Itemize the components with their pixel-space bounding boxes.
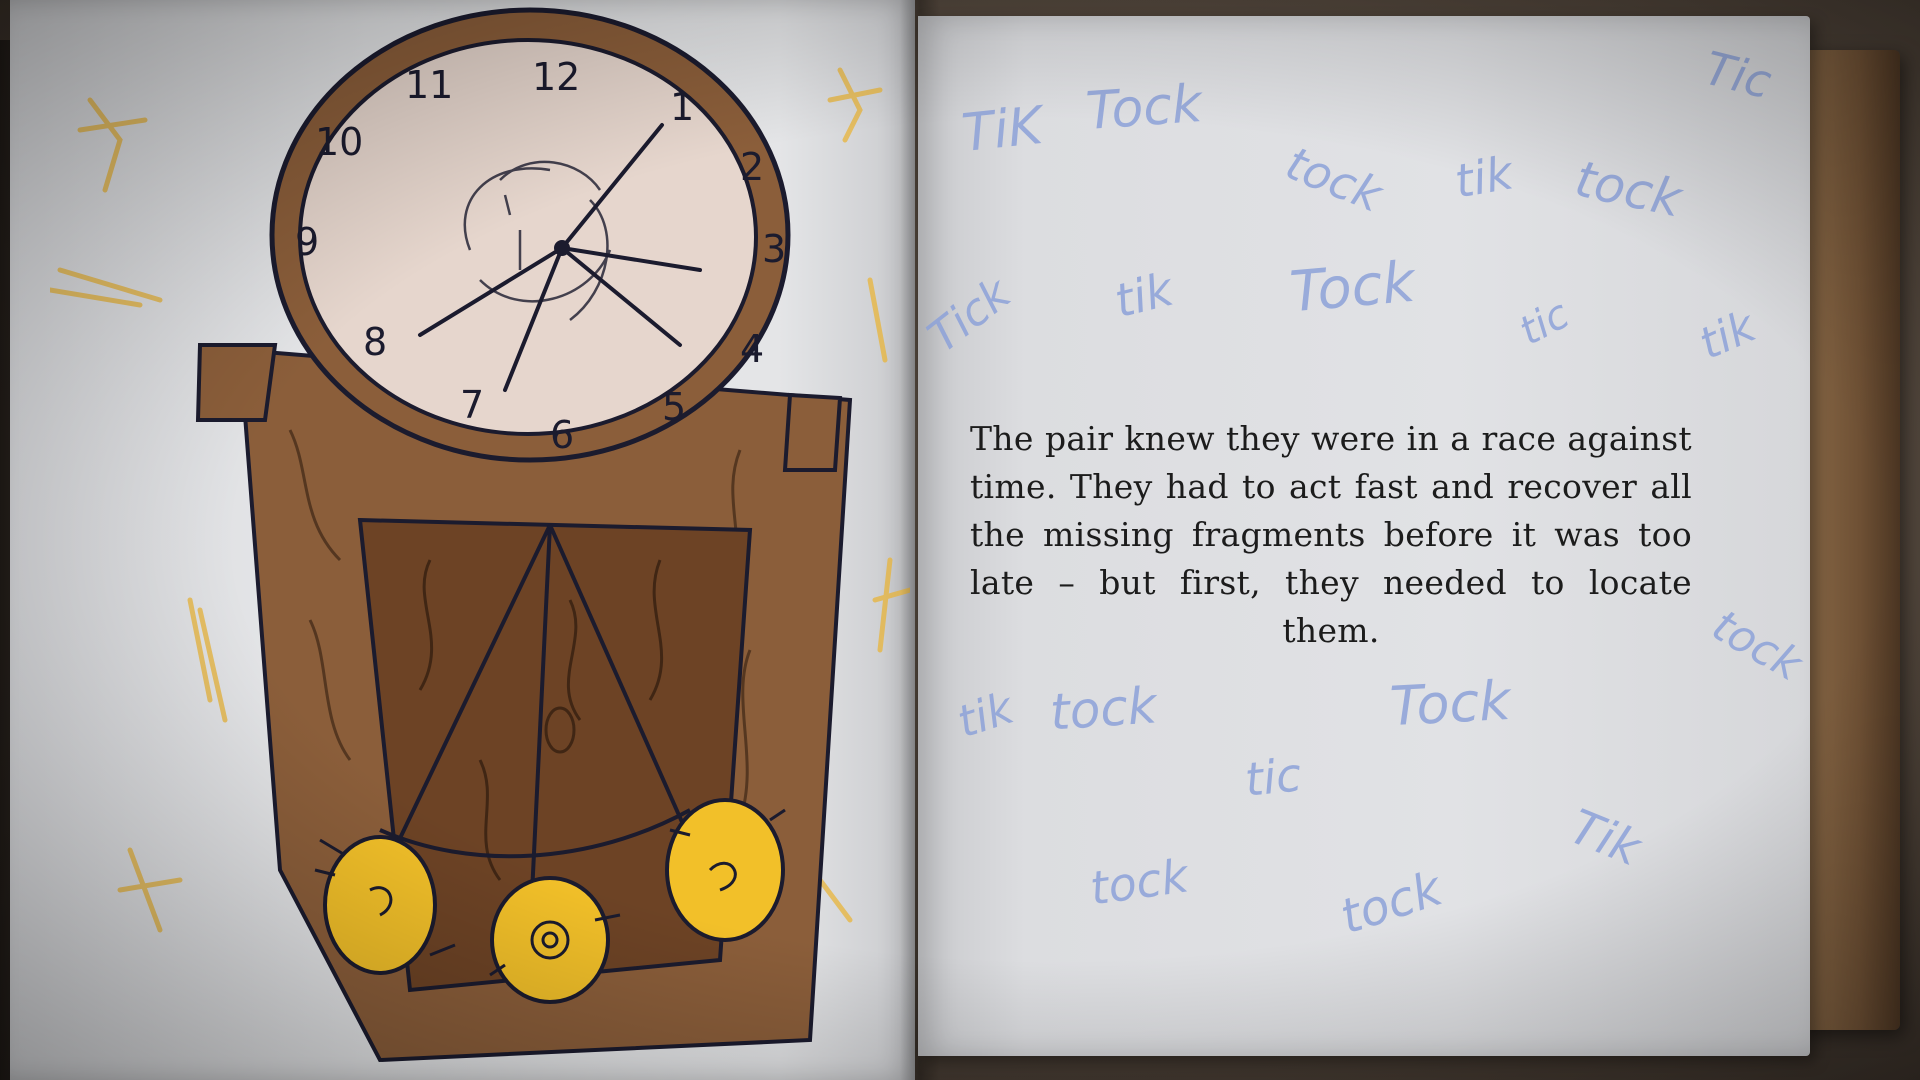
svg-text:9: 9 — [295, 220, 319, 264]
svg-text:2: 2 — [740, 145, 764, 189]
storybook: 12 1 2 3 4 5 6 7 8 9 10 11 TiK Tock tock… — [0, 0, 1920, 1080]
doodle-word: tik — [1450, 145, 1517, 209]
svg-text:8: 8 — [363, 320, 387, 364]
svg-text:6: 6 — [550, 413, 574, 457]
svg-text:12: 12 — [532, 55, 580, 99]
doodle-word: Tock — [1084, 74, 1204, 142]
doodle-word: Tock — [1287, 249, 1418, 326]
grandfather-clock-illustration: 12 1 2 3 4 5 6 7 8 9 10 11 — [50, 7, 910, 1063]
doodle-word: tic — [1242, 747, 1304, 807]
svg-text:7: 7 — [460, 383, 484, 427]
book-cover — [1800, 50, 1900, 1030]
story-paragraph: The pair knew they were in a race agains… — [970, 419, 1692, 650]
svg-text:3: 3 — [762, 227, 786, 271]
doodle-word: tock — [1048, 676, 1159, 742]
doodle-word: TiK — [959, 95, 1046, 165]
svg-text:11: 11 — [405, 63, 453, 107]
svg-text:10: 10 — [315, 120, 363, 164]
doodle-word: Tock — [1388, 668, 1512, 739]
svg-text:4: 4 — [740, 327, 764, 371]
svg-text:5: 5 — [662, 385, 686, 429]
left-page: 12 1 2 3 4 5 6 7 8 9 10 11 — [10, 0, 915, 1080]
svg-text:1: 1 — [670, 85, 694, 129]
